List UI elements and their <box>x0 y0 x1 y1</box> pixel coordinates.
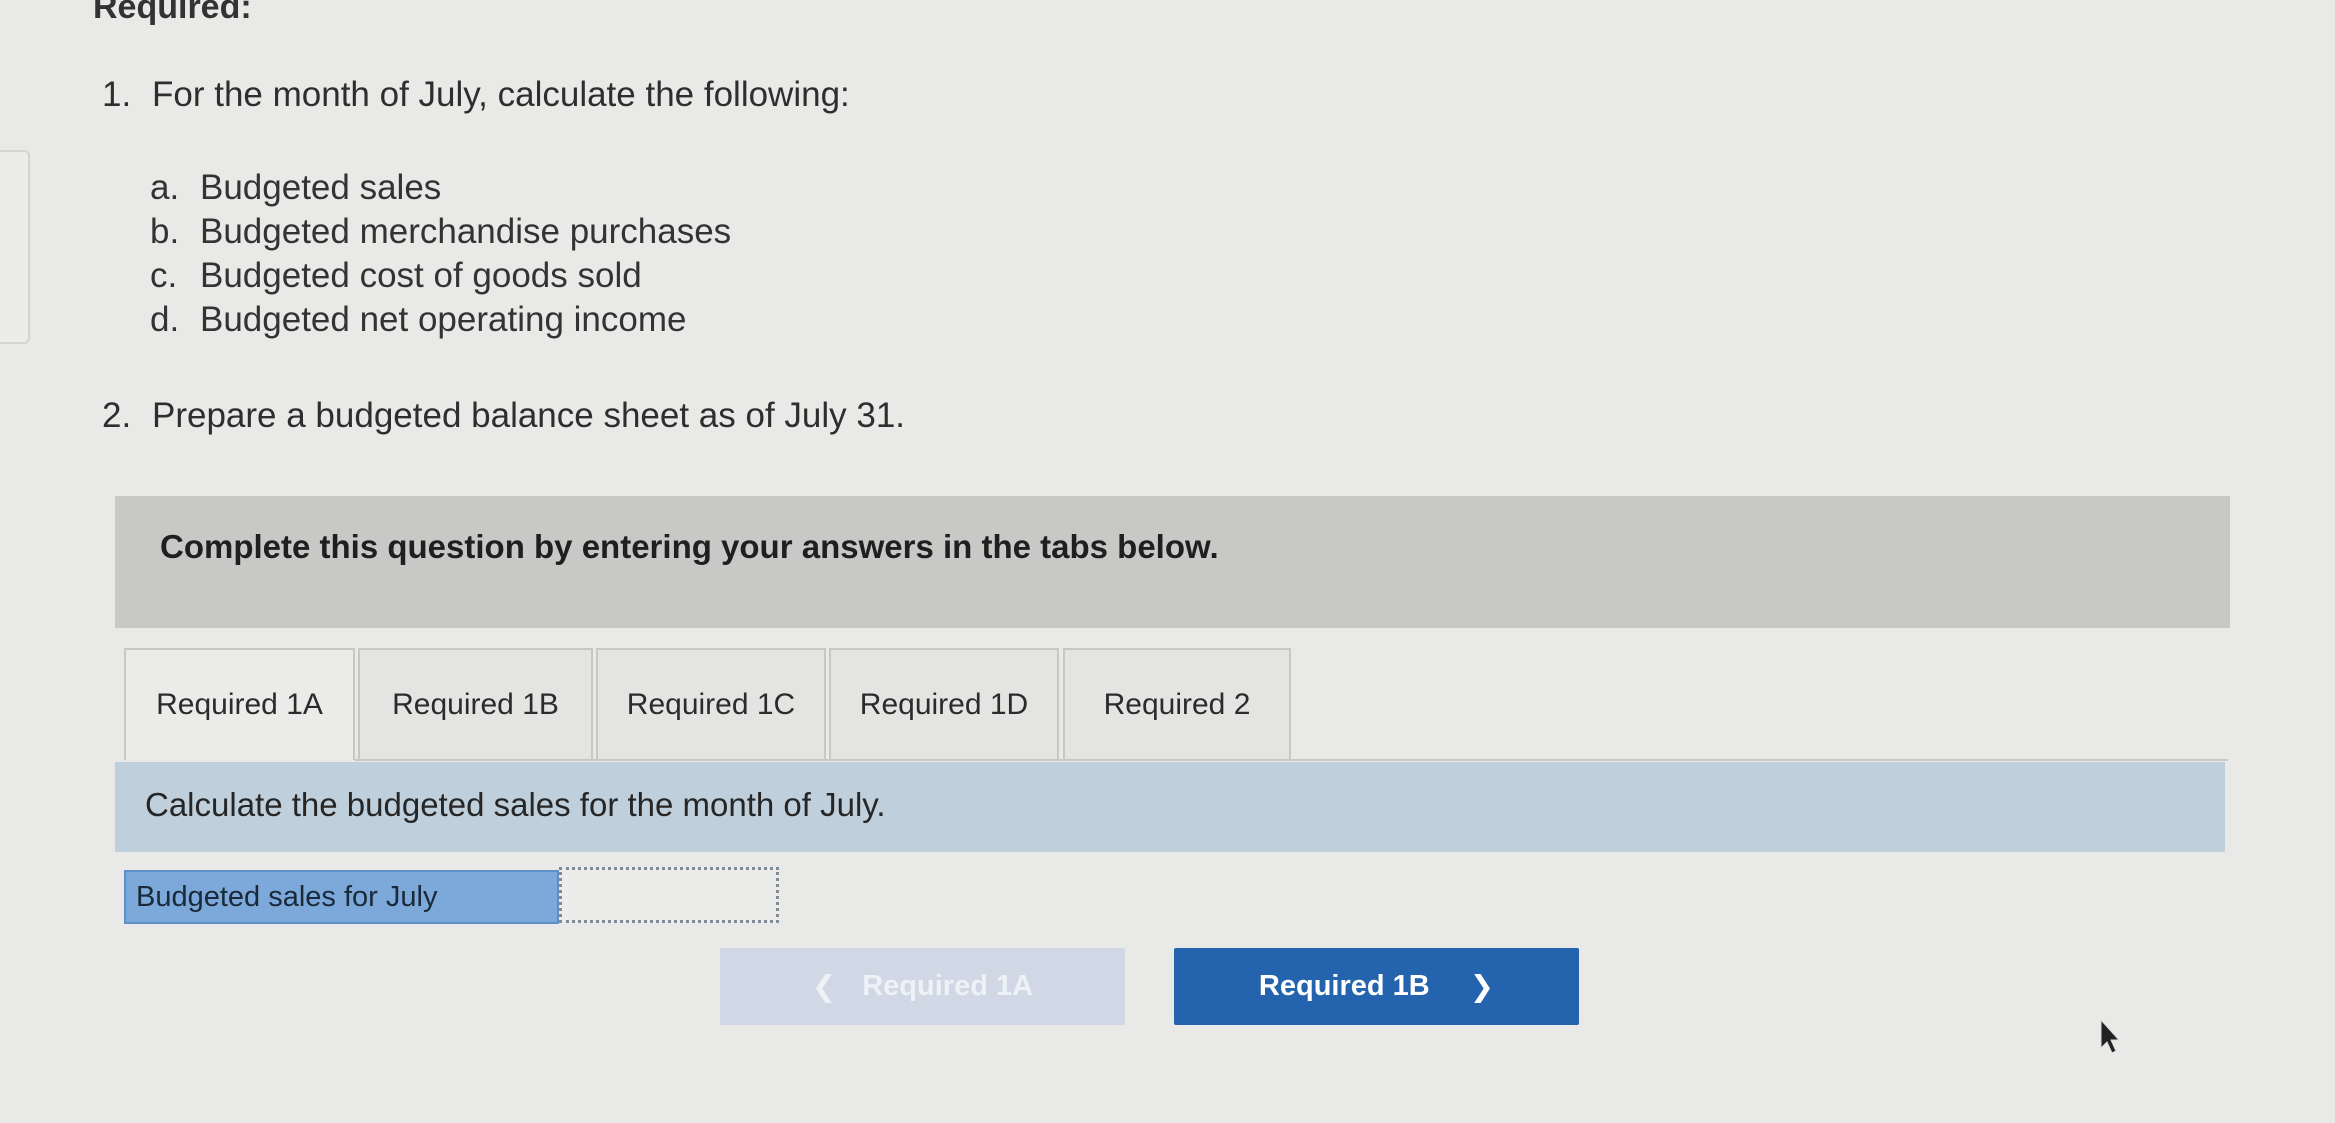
tab-required-2[interactable]: Required 2 <box>1063 648 1291 760</box>
answer-label: Budgeted sales for July <box>124 870 559 924</box>
subitem-text: Budgeted net operating income <box>200 300 687 339</box>
chevron-left-icon: ❮ <box>811 971 837 1003</box>
subitem-text: Budgeted sales <box>200 168 442 207</box>
chevron-right-icon: ❯ <box>1469 971 1495 1003</box>
budgeted-sales-input[interactable] <box>559 867 779 923</box>
tab-required-1c[interactable]: Required 1C <box>596 648 826 760</box>
tab-required-1b[interactable]: Required 1B <box>358 648 593 760</box>
subitem-text: Budgeted cost of goods sold <box>200 256 642 295</box>
subitem-b: b. Budgeted merchandise purchases <box>150 212 731 252</box>
subitem-a: a. Budgeted sales <box>150 168 441 208</box>
item-number: 2. <box>102 396 132 435</box>
instruction-banner: Complete this question by entering your … <box>115 496 2230 628</box>
subitem-text: Budgeted merchandise purchases <box>200 212 732 251</box>
panel-instruction: Calculate the budgeted sales for the mon… <box>115 762 2225 852</box>
subitem-c: c. Budgeted cost of goods sold <box>150 256 642 296</box>
next-button-label: Required 1B <box>1258 970 1430 1002</box>
subitem-letter: d. <box>150 300 180 339</box>
panel-instruction-text: Calculate the budgeted sales for the mon… <box>145 786 886 823</box>
instruction-item-1: 1. For the month of July, calculate the f… <box>102 75 850 115</box>
banner-text: Complete this question by entering your … <box>160 528 1219 565</box>
item-text: Prepare a budgeted balance sheet as of J… <box>152 396 906 435</box>
prev-button-label: Required 1A <box>862 970 1034 1002</box>
tab-required-1a[interactable]: Required 1A <box>124 648 355 760</box>
mouse-cursor-icon <box>2100 1018 2121 1054</box>
next-button[interactable]: Required 1B ❯ <box>1174 948 1579 1025</box>
subitem-letter: b. <box>150 212 180 251</box>
item-number: 1. <box>102 75 132 114</box>
prev-button[interactable]: ❮ Required 1A <box>720 948 1125 1025</box>
required-heading: Required: <box>93 0 252 26</box>
side-panel-edge <box>0 150 30 344</box>
tab-divider <box>355 759 2228 761</box>
subitem-letter: c. <box>150 256 178 295</box>
item-text: For the month of July, calculate the fol… <box>152 75 850 114</box>
tab-required-1d[interactable]: Required 1D <box>829 648 1059 760</box>
answer-label-text: Budgeted sales for July <box>136 881 438 913</box>
instruction-item-2: 2. Prepare a budgeted balance sheet as of… <box>102 396 905 436</box>
subitem-letter: a. <box>150 168 180 207</box>
subitem-d: d. Budgeted net operating income <box>150 300 686 340</box>
